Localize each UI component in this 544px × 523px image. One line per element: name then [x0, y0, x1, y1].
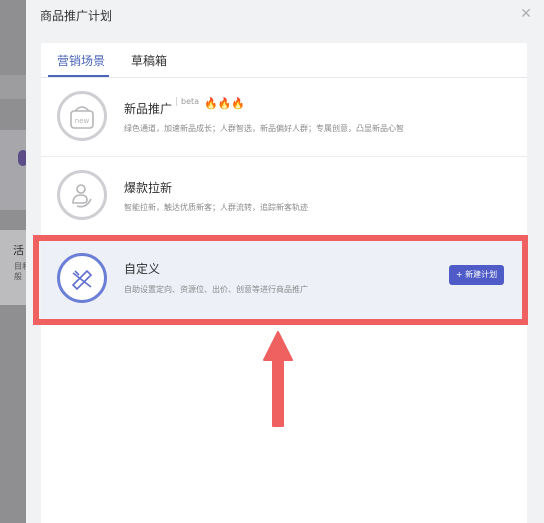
modal-header: 商品推广计划 ✕: [26, 0, 544, 32]
tab-marketing-scene[interactable]: 营销场景: [57, 52, 105, 69]
highlight-box-annotation: [33, 235, 528, 325]
svg-text:new: new: [75, 117, 90, 125]
scene-card-hot-pull-new[interactable]: 爆款拉新 智能拉新，触达优质新客；人群流转，追踪新客轨迹: [41, 157, 527, 236]
modal-title: 商品推广计划: [40, 9, 113, 23]
scene-card-new-product[interactable]: new 新品推广 beta 🔥🔥🔥 绿色通道，加速新品成长；人群智选，新品偏好人…: [41, 78, 527, 157]
user-pull-new-icon: [57, 170, 107, 220]
tab-bar: 营销场景 草稿箱: [41, 43, 527, 78]
scene-description: 智能拉新，触达优质新客；人群流转，追踪新客轨迹: [124, 203, 308, 212]
scene-description: 绿色通道，加速新品成长；人群智选，新品偏好人群；专属创意，凸显新品心智: [124, 124, 404, 133]
hot-icon: 🔥🔥🔥: [204, 97, 246, 110]
new-shopping-bag-icon: new: [57, 91, 107, 141]
beta-badge: beta: [176, 97, 199, 106]
close-icon[interactable]: ✕: [518, 6, 534, 22]
up-arrow-annotation: [263, 331, 293, 427]
background-page: 活 目和 般: [0, 0, 30, 523]
active-tab-indicator: [48, 75, 109, 77]
background-block: [0, 75, 26, 99]
tab-drafts[interactable]: 草稿箱: [131, 52, 167, 69]
scene-title: 新品推广: [124, 102, 173, 116]
background-title: 活: [13, 244, 24, 257]
scene-title: 爆款拉新: [124, 181, 173, 195]
background-block: [0, 130, 26, 210]
